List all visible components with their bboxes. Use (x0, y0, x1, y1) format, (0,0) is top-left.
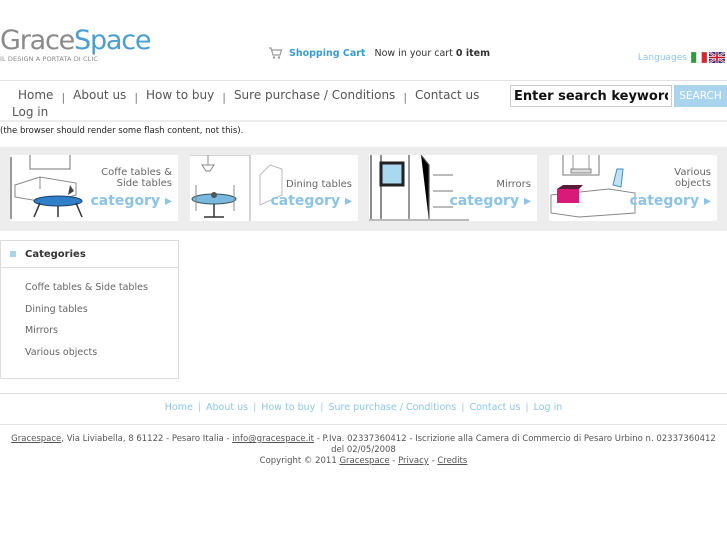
nav-log-in[interactable]: Log in (12, 105, 48, 119)
banner-tile-mirrors[interactable]: Mirrors category ▸ (369, 155, 537, 221)
cart-icon (269, 47, 283, 59)
shopping-cart[interactable]: Shopping Cart Now in your cart 0 item (268, 46, 490, 60)
various-objects-illustration (550, 155, 636, 218)
banner-tile-dining-tables[interactable]: Dining tables category ▸ (190, 155, 358, 221)
category-item-various-objects[interactable]: Various objects (25, 347, 178, 369)
tile-category-link[interactable]: category ▸ (270, 193, 352, 209)
privacy-link[interactable]: Privacy (398, 456, 429, 466)
italian-flag-icon[interactable] (691, 52, 707, 63)
logo-tagline: IL DESIGN A PORTATA DI CLIC (0, 55, 99, 63)
cart-status: Now in your cart (374, 47, 453, 59)
footer-divider (0, 424, 727, 425)
footer-divider (0, 393, 727, 394)
nav-separator: | (61, 90, 66, 104)
nav-sure-purchase[interactable]: Sure purchase / Conditions (234, 88, 395, 102)
category-item-dining-tables[interactable]: Dining tables (25, 304, 178, 326)
footer-link-contact-us[interactable]: Contact us (469, 402, 520, 413)
nav-divider-top (0, 80, 727, 81)
company-info: Gracespace, Via Liviabella, 8 61122 - Pe… (8, 434, 719, 456)
nav-separator: | (403, 90, 408, 104)
footer-separator: | (525, 402, 529, 413)
nav-about-us[interactable]: About us (73, 88, 126, 102)
category-banner: Coffe tables & Side tables category ▸ Din… (0, 147, 727, 231)
tile-category-link[interactable]: category ▸ (629, 193, 711, 209)
nav-how-to-buy[interactable]: How to buy (146, 88, 214, 102)
categories-list: Coffe tables & Side tables Dining tables… (1, 268, 178, 368)
main-nav: Home | About us | How to buy | Sure purc… (0, 86, 500, 121)
nav-home[interactable]: Home (18, 88, 53, 102)
search-input[interactable] (510, 85, 672, 107)
square-bullet-icon (10, 251, 16, 257)
logo-wordmark: GraceSpace (0, 25, 152, 56)
company-legal-info: - P.Iva. 02337360412 - Iscrizione alla C… (314, 434, 716, 455)
tile-category-link[interactable]: category ▸ (449, 193, 531, 209)
site-logo[interactable]: GraceSpace IL DESIGN A PORTATA DI CLIC (0, 25, 152, 64)
email-link[interactable]: info@gracespace.it (232, 434, 314, 444)
categories-title: Categories (25, 248, 86, 260)
footer-separator: | (197, 402, 202, 413)
banner-tile-various-objects[interactable]: Various objects category ▸ (549, 155, 717, 221)
copyright-company-link[interactable]: Gracespace (339, 456, 389, 466)
coffee-table-illustration (10, 155, 83, 219)
language-selector: Languages (638, 52, 725, 63)
footer-link-home[interactable]: Home (165, 402, 193, 413)
nav-separator: | (134, 90, 139, 104)
nav-row: Home | About us | How to buy | Sure purc… (0, 86, 500, 104)
categories-header: Categories (1, 241, 178, 268)
flash-fallback-message: (the browser should render some flash co… (0, 126, 244, 136)
footer-separator: | (253, 402, 257, 413)
footer-separator: | (461, 402, 465, 413)
tile-title: Various objects (674, 167, 711, 189)
search-form: SEARCH (510, 85, 727, 107)
footer-link-about-us[interactable]: About us (206, 402, 248, 413)
company-address: , Via Liviabella, 8 61122 - Pesaro Itali… (61, 434, 233, 444)
banner-tile-coffee-tables[interactable]: Coffe tables & Side tables category ▸ (10, 155, 178, 221)
cart-title-link[interactable]: Shopping Cart (289, 48, 365, 59)
footer-link-log-in[interactable]: Log in (534, 402, 563, 413)
languages-label: Languages (637, 52, 687, 63)
dining-table-illustration (190, 155, 283, 221)
footer-nav: Home | About us | How to buy | Sure purchase /… (0, 402, 727, 413)
nav-row: Log in (0, 103, 500, 121)
category-item-mirrors[interactable]: Mirrors (25, 325, 178, 347)
tile-title: Coffe tables & Side tables (101, 167, 172, 189)
cart-item-count: 0 item (455, 47, 490, 59)
nav-divider-bottom (0, 120, 727, 122)
categories-panel: Categories Coffe tables & Side tables Di… (0, 240, 179, 379)
category-item-coffee-tables[interactable]: Coffe tables & Side tables (25, 282, 178, 304)
tile-title: Mirrors (496, 179, 531, 190)
uk-flag-icon[interactable] (709, 52, 725, 63)
mirror-illustration (369, 155, 469, 221)
tile-title: Dining tables (286, 179, 352, 190)
credits-link[interactable]: Credits (437, 456, 467, 466)
search-button[interactable]: SEARCH (674, 85, 727, 107)
copyright-line: Copyright © 2011 Gracespace - Privacy - … (259, 456, 468, 466)
company-link[interactable]: Gracespace (11, 434, 61, 444)
copyright-text: Copyright © 2011 (259, 456, 340, 466)
nav-contact-us[interactable]: Contact us (415, 88, 479, 102)
footer-separator: | (320, 402, 324, 413)
tile-category-link[interactable]: category ▸ (90, 193, 172, 209)
nav-separator: | (222, 90, 226, 104)
footer-link-how-to-buy[interactable]: How to buy (261, 402, 315, 413)
footer-link-sure-purchase[interactable]: Sure purchase / Conditions (328, 402, 456, 413)
